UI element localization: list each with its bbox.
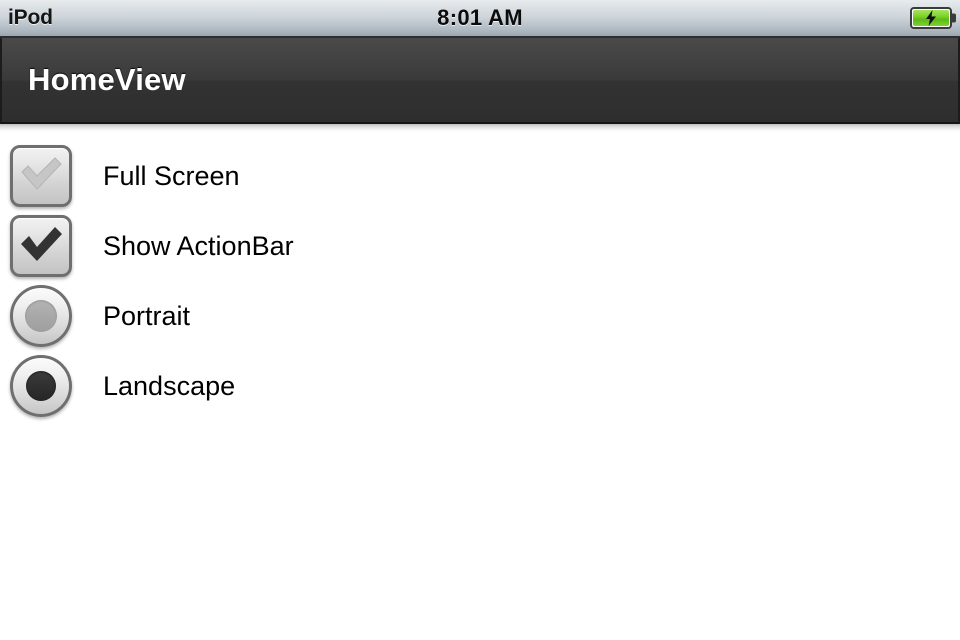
status-carrier-label: iPod	[8, 6, 53, 29]
content-area: Full Screen Show ActionBar Portrait Land…	[0, 132, 960, 421]
status-indicators	[910, 7, 956, 29]
checkmark-glyph	[21, 227, 62, 261]
checkmark-glyph	[21, 157, 62, 190]
radio-unselected-icon[interactable]	[10, 285, 72, 347]
status-clock: 8:01 AM	[437, 5, 523, 30]
list-item-label: Full Screen	[103, 160, 240, 191]
radio-dot	[26, 371, 56, 401]
list-item[interactable]: Show ActionBar	[0, 211, 960, 281]
navigation-bar-shadow	[0, 124, 960, 132]
list-item-label: Portrait	[103, 300, 191, 331]
device-screen: iPod 8:01 AM HomeView Full Screen Show A…	[0, 0, 960, 640]
status-bar: iPod 8:01 AM	[0, 0, 960, 38]
battery-fill	[913, 10, 949, 26]
list-item[interactable]: Full Screen	[0, 141, 960, 211]
list-item-label: Show ActionBar	[103, 230, 294, 261]
checkbox-unchecked-icon[interactable]	[10, 145, 72, 207]
checkbox-checked-icon[interactable]	[10, 215, 72, 277]
battery-charging-icon	[910, 7, 956, 29]
list-item-label: Landscape	[103, 370, 236, 401]
navigation-bar: HomeView	[0, 38, 960, 124]
lightning-bolt-icon	[926, 10, 936, 26]
list-item[interactable]: Landscape	[0, 351, 960, 421]
battery-cap	[952, 13, 956, 23]
radio-dot	[25, 300, 57, 332]
radio-selected-icon[interactable]	[10, 355, 72, 417]
list-item[interactable]: Portrait	[0, 281, 960, 351]
page-title: HomeView	[28, 62, 186, 97]
